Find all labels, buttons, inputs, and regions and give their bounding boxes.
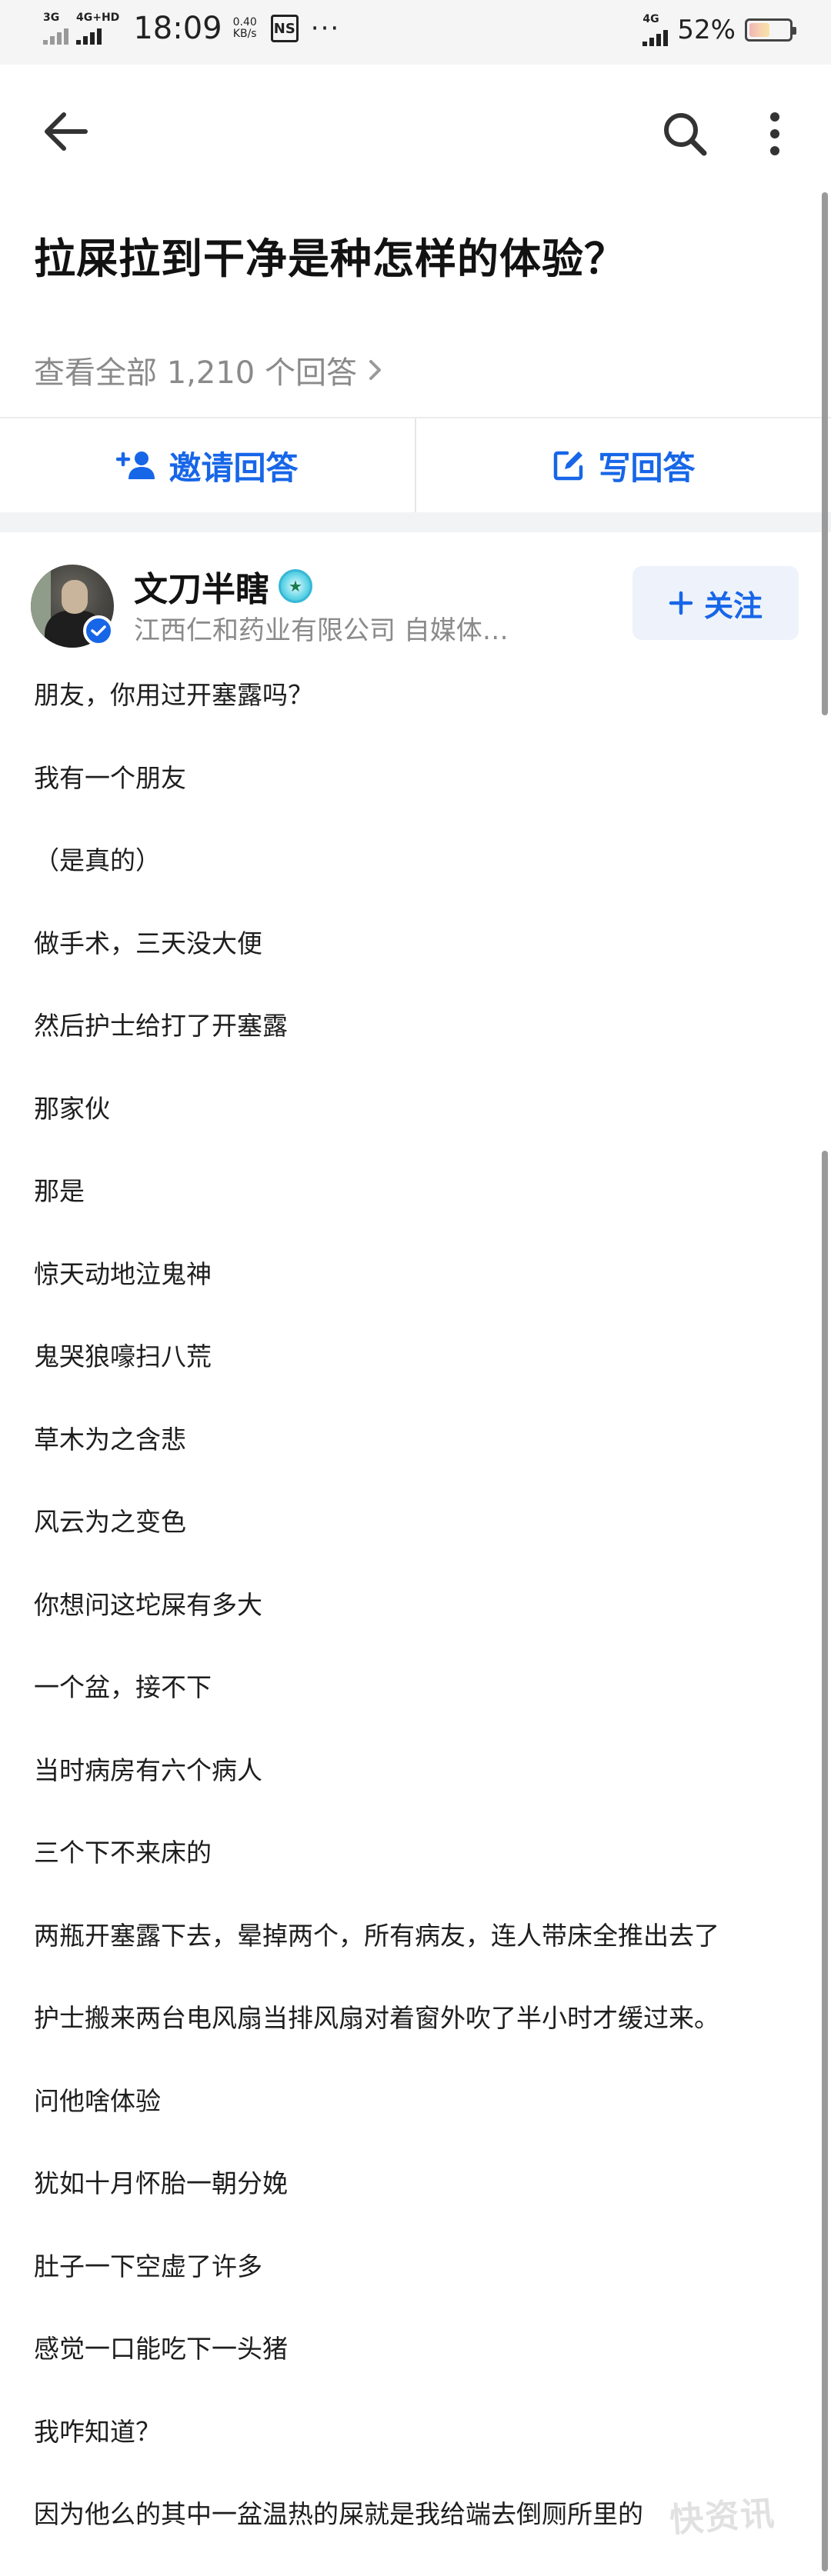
invite-answer-button[interactable]: 邀请回答 [0, 418, 415, 512]
edit-icon [554, 451, 583, 481]
network-speed-unit: KB/s [232, 28, 257, 40]
view-all-answers-label: 查看全部 1,210 个回答 [34, 355, 357, 391]
follow-label: 关注 [703, 588, 763, 623]
signal-4g: 4G+HD [76, 12, 119, 45]
answer-line: 那家伙 [34, 1093, 110, 1124]
signal-4g-right: 4G [642, 13, 669, 46]
author-name-row[interactable]: 文刀半瞎 ★ [134, 562, 312, 611]
answer-line: 三个下不来床的 [34, 1838, 212, 1868]
add-user-icon [116, 452, 155, 479]
network-speed: 0.40 KB/s [233, 17, 257, 40]
answer-content: 朋友，你用过开塞露吗？ 我有一个朋友 （是真的） 做手术，三天没大便 然后护士给… [34, 674, 803, 2576]
avatar-face [62, 580, 88, 614]
answer-line: （是真的） [34, 845, 161, 875]
battery-percent: 52% [677, 15, 736, 45]
answer-line: 肚子一下空虚了许多 [34, 2251, 262, 2281]
author-name: 文刀半瞎 [134, 570, 269, 609]
answer-line: 鬼哭狼嚎扫八荒 [34, 1341, 212, 1371]
answer-line: 当时病房有六个病人 [34, 1755, 262, 1785]
signal-bars-icon [642, 26, 669, 46]
author-description: 江西仁和药业有限公司 自媒体… [134, 615, 509, 646]
battery-icon [745, 18, 796, 42]
network-type-4ghd: 4G+HD [76, 12, 120, 24]
search-button[interactable] [654, 103, 716, 165]
answer-line: 你想问这坨屎有多大 [34, 1589, 262, 1620]
answer-line: 犹如十月怀胎一朝分娩 [34, 2168, 288, 2198]
watermark: 快资讯 [668, 2494, 777, 2541]
more-options-button[interactable] [748, 103, 802, 165]
status-bar-right: 4G 52% [642, 13, 796, 46]
more-notifications-icon: ··· [310, 13, 341, 44]
answer-line: 一个盆，接不下 [34, 1672, 212, 1702]
more-vertical-icon [770, 112, 779, 155]
achievement-badge-icon: ★ [279, 569, 312, 603]
answer-line: 问他啥体验 [34, 2085, 161, 2116]
view-all-answers-link[interactable]: 查看全部 1,210 个回答 [34, 348, 383, 392]
answer-line: 两瓶开塞露下去，晕掉两个，所有病友，连人带床全推出去了 [34, 1920, 719, 1951]
signal-3g: 3G [43, 12, 68, 45]
section-gap [0, 512, 831, 532]
signal-bars-icon [76, 25, 102, 45]
write-answer-label: 写回答 [598, 448, 696, 487]
arrow-left-icon [45, 112, 88, 151]
status-bar-left: 3G 4G+HD 18:09 0.40 KB/s NS ··· [43, 11, 340, 46]
battery-fill [749, 23, 769, 37]
ns-icon: NS [270, 15, 299, 42]
question-title: 拉屎拉到干净是种怎样的体验？ [34, 235, 626, 283]
network-speed-value: 0.40 [232, 16, 257, 28]
clock: 18:09 [133, 11, 222, 46]
answer-line: 我咋知道？ [34, 2416, 161, 2447]
answer-line: 那是 [34, 1176, 85, 1206]
invite-answer-label: 邀请回答 [169, 448, 299, 487]
plus-icon [669, 591, 693, 615]
answer-line: 风云为之变色 [34, 1507, 186, 1537]
network-type-4g: 4G [642, 13, 659, 25]
follow-button[interactable]: 关注 [632, 566, 799, 640]
search-icon [664, 113, 707, 156]
answer-line: 护士搬来两台电风扇当排风扇对着窗外吹了半小时才缓过来。 [34, 2003, 719, 2033]
answer-line: 草木为之含悲 [34, 1424, 186, 1455]
signal-bars-icon [43, 25, 68, 45]
page-scrollbar[interactable] [822, 192, 828, 715]
answer-actions-bar: 邀请回答 写回答 [0, 418, 831, 512]
answer-line: 我有一个朋友 [34, 762, 186, 793]
answer-line: 朋友，你用过开塞露吗？ [34, 680, 313, 710]
top-navigation [0, 65, 831, 197]
answer-line: 然后护士给打了开塞露 [34, 1011, 288, 1041]
answer-line: 做手术，三天没大便 [34, 928, 262, 958]
answer-line: 感觉一口能吃下一头猪 [34, 2334, 288, 2364]
back-button[interactable] [31, 105, 100, 158]
status-bar: 3G 4G+HD 18:09 0.40 KB/s NS ··· 4G 52% [0, 0, 831, 65]
write-answer-button[interactable]: 写回答 [416, 418, 831, 512]
chevron-right-icon [369, 360, 381, 380]
verified-badge-icon [83, 615, 114, 646]
answer-line: 惊天动地泣鬼神 [34, 1258, 212, 1289]
answer-scrollbar[interactable] [822, 1151, 828, 2571]
network-type-3g: 3G [43, 12, 60, 24]
